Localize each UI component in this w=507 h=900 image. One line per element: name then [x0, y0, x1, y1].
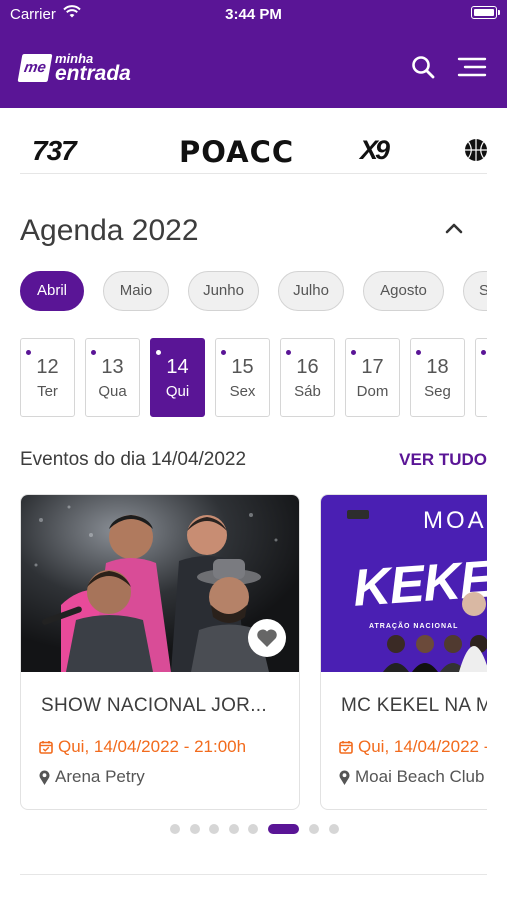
divider — [20, 874, 487, 875]
divider — [20, 173, 487, 174]
logo-line-2: entrada — [55, 62, 131, 85]
app-header: me minha entrada — [0, 28, 507, 108]
event-location: Arena Petry — [39, 767, 145, 787]
map-pin-icon — [39, 769, 50, 785]
month-chip-abril[interactable]: Abril — [20, 271, 84, 311]
chevron-up-icon[interactable] — [443, 220, 465, 236]
calendar-icon — [339, 741, 353, 754]
month-chip-junho[interactable]: Junho — [188, 271, 259, 311]
pager-dot[interactable] — [209, 824, 219, 834]
day-chip[interactable]: 18 Seg — [410, 338, 465, 417]
sponsor-carousel[interactable]: 737 POACC X9 — [0, 125, 507, 175]
poster-badge — [347, 510, 369, 519]
month-selector: Abril Maio Junho Julho Agosto S — [20, 271, 487, 311]
pager-dot[interactable] — [248, 824, 258, 834]
pager-dot-active[interactable] — [268, 824, 299, 834]
calendar-icon — [39, 741, 53, 754]
event-name: SHOW NACIONAL JOR... — [41, 695, 267, 716]
month-chip-setembro[interactable]: S — [463, 271, 487, 311]
battery-icon — [471, 6, 500, 19]
event-date: Qui, 14/04/2022 - 22:00h — [339, 737, 487, 757]
menu-icon[interactable] — [456, 52, 488, 84]
map-pin-icon — [339, 769, 350, 785]
favorite-button[interactable] — [248, 619, 286, 657]
basketball-icon[interactable] — [464, 138, 488, 162]
search-icon[interactable] — [408, 52, 440, 84]
sponsor-logo[interactable]: 737 — [32, 135, 77, 167]
poster-subtitle: ATRAÇÃO NACIONAL — [369, 623, 459, 630]
event-date: Qui, 14/04/2022 - 21:00h — [39, 737, 246, 757]
app-logo[interactable]: me minha entrada — [17, 50, 131, 86]
day-chip[interactable]: 12 Ter — [20, 338, 75, 417]
events-title: Eventos do dia 14/04/2022 — [20, 449, 247, 470]
agenda-title: Agenda 2022 — [20, 214, 199, 247]
pager-dot[interactable] — [229, 824, 239, 834]
event-location: Moai Beach Club — [339, 767, 484, 787]
day-chip[interactable]: 13 Qua — [85, 338, 140, 417]
day-chip[interactable] — [475, 338, 487, 417]
events-carousel[interactable]: SHOW NACIONAL JOR... Qui, 14/04/2022 - 2… — [20, 494, 487, 812]
day-chip[interactable]: 17 Dom — [345, 338, 400, 417]
month-chip-julho[interactable]: Julho — [278, 271, 344, 311]
sponsor-logo[interactable]: X9 — [360, 135, 390, 166]
month-chip-maio[interactable]: Maio — [103, 271, 169, 311]
day-chip[interactable]: 16 Sáb — [280, 338, 335, 417]
event-card[interactable]: SHOW NACIONAL JOR... Qui, 14/04/2022 - 2… — [20, 494, 300, 810]
logo-mark: me — [17, 54, 53, 82]
day-chip-selected[interactable]: 14 Qui — [150, 338, 205, 417]
day-chip[interactable]: 15 Sex — [215, 338, 270, 417]
day-selector: 12 Ter 13 Qua 14 Qui 15 Sex 16 Sáb 17 Dom 18 Se… — [20, 338, 487, 418]
carousel-pager — [0, 824, 507, 834]
sponsor-logo[interactable]: POACC — [179, 135, 294, 169]
month-chip-agosto[interactable]: Agosto — [363, 271, 444, 311]
event-card[interactable]: MOAI KEKEL ATRAÇÃO NACIONAL MC KEKEL NA … — [320, 494, 487, 810]
heart-icon — [257, 629, 277, 647]
pager-dot[interactable] — [329, 824, 339, 834]
pager-dot[interactable] — [190, 824, 200, 834]
poster-brand: MOAI — [423, 507, 487, 534]
poster-figure — [459, 592, 487, 672]
status-bar: Carrier 3:44 PM — [0, 0, 507, 28]
pager-dot[interactable] — [309, 824, 319, 834]
event-name: MC KEKEL NA MOAI — [341, 695, 487, 716]
pager-dot[interactable] — [170, 824, 180, 834]
clock: 3:44 PM — [225, 6, 282, 23]
event-image: MOAI KEKEL ATRAÇÃO NACIONAL — [321, 495, 487, 672]
see-all-link[interactable]: VER TUDO — [399, 450, 487, 470]
